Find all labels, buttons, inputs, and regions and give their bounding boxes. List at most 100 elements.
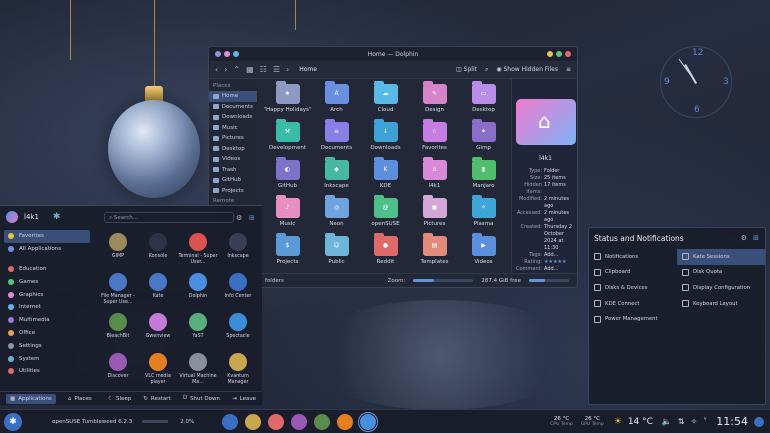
app-tile[interactable]: Inkscape: [218, 230, 258, 270]
icons-view-icon[interactable]: ▦: [246, 65, 254, 74]
places-item[interactable]: Downloads: [209, 112, 257, 123]
file-item[interactable]: ✎ Design: [410, 81, 459, 119]
places-item[interactable]: Projects: [209, 186, 257, 197]
places-item[interactable]: Music: [209, 123, 257, 134]
search-input[interactable]: ⌕ Search...: [104, 212, 234, 223]
places-item[interactable]: Trash: [209, 165, 257, 176]
minimize-icon[interactable]: [547, 51, 553, 57]
category-item[interactable]: Office: [4, 327, 90, 340]
file-item[interactable]: ≡ Documents: [312, 119, 361, 157]
app-tile[interactable]: Konsole: [138, 230, 178, 270]
task-button[interactable]: [290, 413, 307, 430]
split-button[interactable]: ◫ Split: [456, 66, 477, 73]
close-icon[interactable]: [565, 51, 571, 57]
task-button[interactable]: [267, 413, 284, 430]
places-item[interactable]: Desktop: [209, 144, 257, 155]
category-item[interactable]: Multimedia: [4, 314, 90, 327]
file-item[interactable]: ◎ Neon: [312, 195, 361, 233]
task-button[interactable]: [313, 413, 330, 430]
status-item[interactable]: Clipboard: [589, 265, 677, 281]
app-tile[interactable]: VLC media player: [138, 350, 178, 390]
app-tile[interactable]: YaST: [178, 310, 218, 350]
applications-tab[interactable]: ▦ Applications: [6, 393, 56, 404]
app-tile[interactable]: Kate: [138, 270, 178, 310]
status-item[interactable]: Kate Sessions: [677, 249, 765, 265]
zoom-slider[interactable]: [413, 279, 474, 282]
sleep-button[interactable]: ☾ Sleep: [108, 396, 131, 402]
search-icon[interactable]: ⌕: [485, 66, 488, 74]
pin-icon[interactable]: [224, 51, 230, 57]
file-item[interactable]: ◐ GitHub: [263, 157, 312, 195]
file-item[interactable]: K KDE: [361, 157, 410, 195]
compact-view-icon[interactable]: ☷: [260, 65, 267, 74]
status-item[interactable]: Disks & Devices: [589, 280, 677, 296]
app-tile[interactable]: BleachBit: [98, 310, 138, 350]
configure-icon[interactable]: ⚙: [741, 234, 747, 242]
app-tile[interactable]: Info Center: [218, 270, 258, 310]
digital-clock[interactable]: 11:54: [716, 415, 748, 428]
category-item[interactable]: Favorites: [4, 230, 90, 243]
task-button[interactable]: [221, 413, 238, 430]
application-launcher-button[interactable]: ✱: [4, 412, 22, 431]
app-tile[interactable]: GIMP: [98, 230, 138, 270]
places-item[interactable]: Home: [209, 91, 257, 102]
file-item[interactable]: ✦ Gimp: [459, 119, 508, 157]
back-icon[interactable]: ‹: [215, 65, 218, 74]
restart-button[interactable]: ↻ Restart: [143, 396, 170, 402]
volume-icon[interactable]: 🔈: [662, 417, 672, 426]
app-tile[interactable]: Spectacle: [218, 310, 258, 350]
file-item[interactable]: ⚒ Development: [263, 119, 312, 157]
status-item[interactable]: Power Management: [589, 311, 677, 327]
app-tile[interactable]: Kvantum Manager: [218, 350, 258, 390]
file-item[interactable]: ♪ Music: [263, 195, 312, 233]
file-item[interactable]: ☆ Favorites: [410, 119, 459, 157]
places-item[interactable]: Videos: [209, 154, 257, 165]
file-item[interactable]: ▮ Manjaro: [459, 157, 508, 195]
task-button[interactable]: [336, 413, 353, 430]
file-item[interactable]: ↓ Downloads: [361, 119, 410, 157]
category-item[interactable]: Settings: [4, 339, 90, 352]
file-item[interactable]: ☺ Public: [312, 233, 361, 271]
task-button[interactable]: [244, 413, 261, 430]
places-item[interactable]: Documents: [209, 102, 257, 113]
info-value[interactable]: Add...: [544, 252, 575, 259]
file-item[interactable]: ▣ Pictures: [410, 195, 459, 233]
category-item[interactable]: Graphics: [4, 288, 90, 301]
network-icon[interactable]: ⇅: [678, 417, 685, 426]
weather-temp[interactable]: 14 °C: [628, 417, 653, 427]
configure-icon[interactable]: ⚙: [236, 214, 242, 222]
places-item[interactable]: Pictures: [209, 133, 257, 144]
file-item[interactable]: ▭ Desktop: [459, 81, 508, 119]
app-tile[interactable]: Dolphin: [178, 270, 218, 310]
app-tile[interactable]: File Manager - Super Use...: [98, 270, 138, 310]
leave-button[interactable]: ⇥ Leave: [232, 396, 256, 402]
category-item[interactable]: All Applications: [4, 243, 90, 256]
hamburger-menu-icon[interactable]: ≡: [566, 66, 571, 73]
file-item[interactable]: ★ "Happy Holidays": [263, 81, 312, 119]
task-button[interactable]: [357, 411, 378, 432]
places-item[interactable]: GitHub: [209, 175, 257, 186]
app-tile[interactable]: Discover: [98, 350, 138, 390]
maximize-icon[interactable]: [556, 51, 562, 57]
category-item[interactable]: Games: [4, 275, 90, 288]
status-item[interactable]: Keyboard Layout: [677, 296, 765, 312]
category-item[interactable]: System: [4, 352, 90, 365]
breadcrumb[interactable]: Home: [299, 66, 317, 73]
file-item[interactable]: ▤ Templates: [410, 233, 459, 271]
show-hidden-button[interactable]: ◉ Show Hidden Files: [496, 66, 558, 73]
status-item[interactable]: Display Configuration: [677, 280, 765, 296]
app-tile[interactable]: Terminal - Super User...: [178, 230, 218, 270]
pin-icon[interactable]: ⊞: [249, 214, 255, 222]
window-menu-icon[interactable]: [215, 51, 221, 57]
pin-icon[interactable]: ⊞: [753, 234, 759, 242]
status-item[interactable]: Notifications: [589, 249, 677, 265]
app-tile[interactable]: Virtual Machine Ma...: [178, 350, 218, 390]
file-item[interactable]: ▶ Videos: [459, 233, 508, 271]
bluetooth-icon[interactable]: ✧: [691, 417, 698, 426]
file-item[interactable]: @ openSUSE: [361, 195, 410, 233]
status-item[interactable]: KDE Connect: [589, 296, 677, 312]
weather-icon[interactable]: ☀: [614, 417, 622, 427]
details-view-icon[interactable]: ☰: [273, 65, 280, 74]
file-item[interactable]: $ Projects: [263, 233, 312, 271]
file-item[interactable]: A Arch: [312, 81, 361, 119]
